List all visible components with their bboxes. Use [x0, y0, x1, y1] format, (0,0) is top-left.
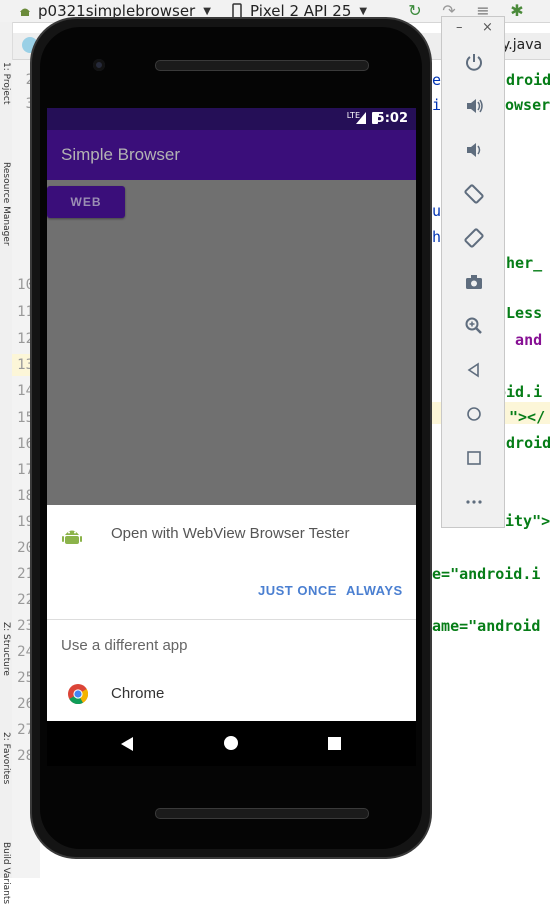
app-title: Simple Browser	[61, 145, 181, 164]
status-time: 5:02	[375, 111, 408, 126]
bottom-speaker	[155, 808, 369, 819]
power-icon[interactable]	[461, 49, 487, 75]
apply-changes-icon[interactable]: ↻	[406, 2, 424, 20]
rotate-left-icon[interactable]	[461, 181, 487, 207]
just-once-button[interactable]: JUST ONCE	[258, 583, 337, 598]
app-chooser-sheet: Open with WebView Browser Tester JUST ON…	[47, 505, 416, 721]
side-tab-build-variants[interactable]: Build Variants	[0, 842, 12, 904]
front-camera	[93, 59, 105, 71]
chevron-down-icon: ▼	[203, 5, 211, 17]
volume-down-icon[interactable]	[461, 137, 487, 163]
signal-icon	[356, 112, 366, 124]
code-text: ity">	[505, 512, 550, 530]
more-icon[interactable]	[461, 489, 487, 515]
side-tab-structure[interactable]: Z: Structure	[0, 622, 12, 702]
debug-icon[interactable]: ✱	[508, 2, 526, 20]
overview-icon[interactable]	[461, 445, 487, 471]
close-icon[interactable]: ×	[482, 20, 493, 35]
chrome-app-option[interactable]: Chrome	[111, 685, 164, 702]
nav-bar	[47, 721, 416, 766]
back-icon[interactable]	[461, 357, 487, 383]
editor-tab-label[interactable]: y.java	[502, 37, 542, 53]
volume-up-icon[interactable]	[461, 93, 487, 119]
zoom-icon[interactable]	[461, 313, 487, 339]
code-text: "></	[509, 408, 546, 426]
rotate-right-icon[interactable]	[461, 225, 487, 251]
android-icon	[20, 8, 30, 16]
chrome-icon[interactable]	[68, 684, 88, 704]
recents-icon[interactable]	[328, 737, 341, 750]
camera-icon[interactable]	[461, 269, 487, 295]
side-tab-resource-manager[interactable]: Resource Manager	[0, 162, 12, 282]
emulator-toolbar: – ×	[441, 16, 505, 528]
side-tab-project[interactable]: 1: Project	[0, 62, 12, 132]
minimize-icon[interactable]: –	[456, 20, 463, 35]
android-app-icon	[62, 530, 82, 544]
open-with-text: Open with WebView Browser Tester	[111, 525, 350, 542]
chevron-down-icon: ▼	[359, 5, 368, 17]
code-text: me="android.i	[423, 565, 541, 583]
top-speaker	[155, 60, 369, 71]
home-icon[interactable]	[224, 736, 238, 750]
always-button[interactable]: ALWAYS	[346, 583, 403, 598]
sheet-divider	[47, 619, 416, 620]
status-bar: LTE 5:02	[47, 108, 416, 130]
device-screen[interactable]: LTE 5:02 Simple Browser WEB Open with We…	[47, 108, 416, 766]
code-text: owser	[505, 96, 550, 114]
code-text: name="android	[423, 617, 541, 635]
use-different-app-label: Use a different app	[61, 637, 188, 654]
home-icon[interactable]	[461, 401, 487, 427]
web-button[interactable]: WEB	[47, 186, 125, 218]
back-icon[interactable]	[121, 737, 133, 751]
app-bar: Simple Browser	[47, 130, 416, 180]
side-tab-favorites[interactable]: 2: Favorites	[0, 732, 12, 812]
